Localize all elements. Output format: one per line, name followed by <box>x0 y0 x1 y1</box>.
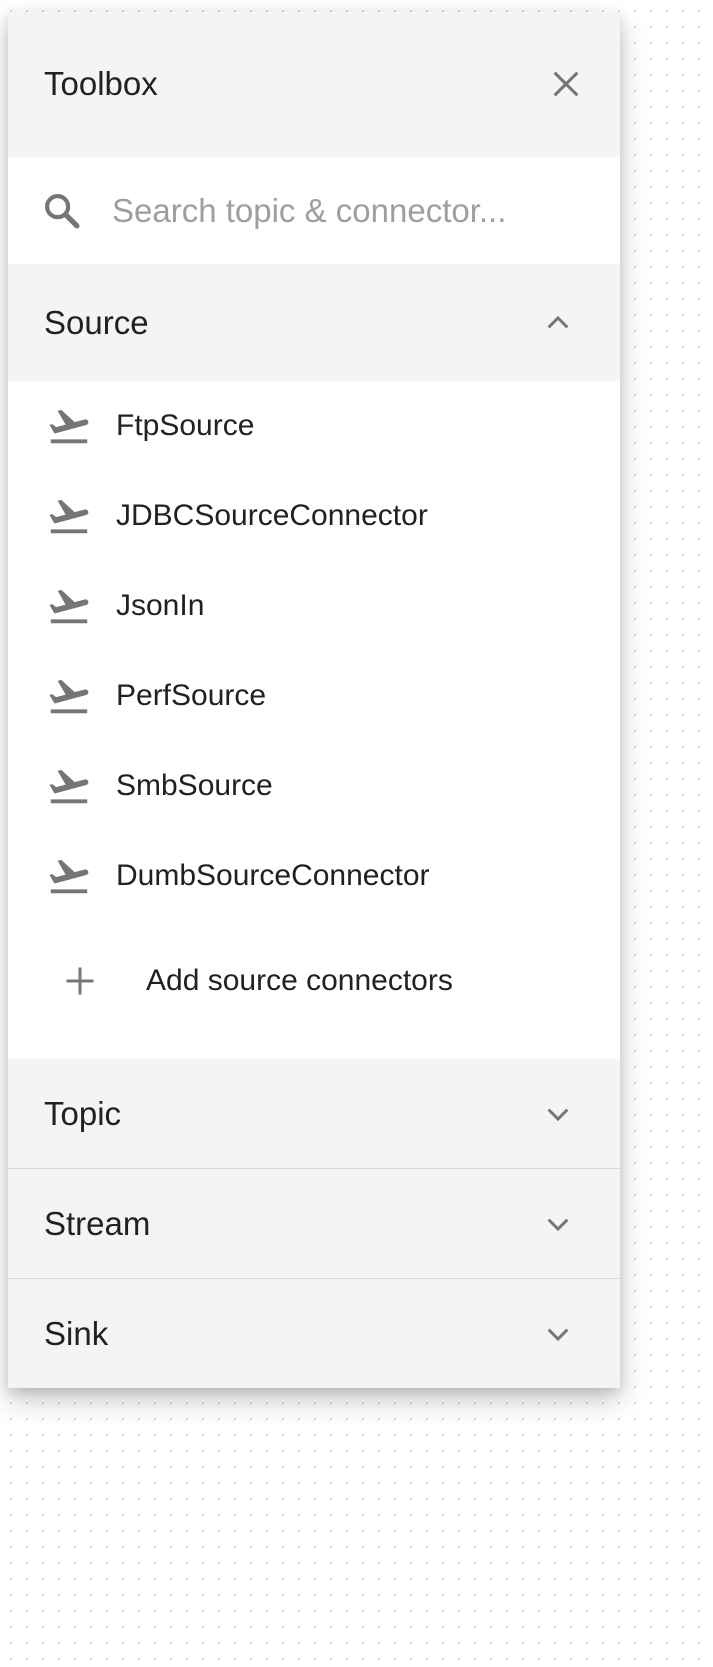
source-item-label: DumbSourceConnector <box>116 859 430 892</box>
search-bar <box>8 157 620 264</box>
source-item-jdbcsourceconnector[interactable]: JDBCSourceConnector <box>8 471 620 561</box>
source-item-label: PerfSource <box>116 679 267 712</box>
section-sink-header[interactable]: Sink <box>8 1279 620 1388</box>
source-list: FtpSource JDBCSourceConnector JsonIn Per… <box>8 381 620 1059</box>
add-source-connectors-button[interactable]: Add source connectors <box>8 921 620 1059</box>
source-item-label: FtpSource <box>116 409 255 442</box>
search-icon <box>40 189 84 233</box>
plus-icon <box>60 961 100 1001</box>
chevron-down-icon <box>542 1098 574 1130</box>
source-item-perfsource[interactable]: PerfSource <box>8 651 620 741</box>
flight-takeoff-icon <box>46 403 92 449</box>
chevron-up-icon <box>542 307 574 339</box>
section-stream-header[interactable]: Stream <box>8 1169 620 1278</box>
search-input[interactable] <box>112 191 532 230</box>
source-item-dumbsourceconnector[interactable]: DumbSourceConnector <box>8 831 620 921</box>
close-button[interactable] <box>546 64 586 104</box>
toolbox-title: Toolbox <box>44 65 158 102</box>
section-source-header[interactable]: Source <box>8 264 620 381</box>
flight-takeoff-icon <box>46 493 92 539</box>
source-item-smbsource[interactable]: SmbSource <box>8 741 620 831</box>
chevron-down-icon <box>542 1318 574 1350</box>
source-item-ftpsource[interactable]: FtpSource <box>8 381 620 471</box>
flight-takeoff-icon <box>46 763 92 809</box>
flight-takeoff-icon <box>46 583 92 629</box>
section-stream-label: Stream <box>44 1204 151 1242</box>
toolbox-header: Toolbox <box>8 12 620 157</box>
toolbox-panel: Toolbox Source FtpSource <box>8 12 620 1388</box>
section-topic-label: Topic <box>44 1094 122 1132</box>
section-source-label: Source <box>44 303 149 341</box>
source-item-jsonin[interactable]: JsonIn <box>8 561 620 651</box>
source-item-label: JDBCSourceConnector <box>116 499 428 532</box>
source-item-label: JsonIn <box>116 589 205 622</box>
chevron-down-icon <box>542 1208 574 1240</box>
section-sink-label: Sink <box>44 1314 109 1352</box>
flight-takeoff-icon <box>46 853 92 899</box>
source-item-label: SmbSource <box>116 769 273 802</box>
add-source-connectors-label: Add source connectors <box>146 964 453 997</box>
section-topic-header[interactable]: Topic <box>8 1059 620 1168</box>
flight-takeoff-icon <box>46 673 92 719</box>
close-icon <box>553 71 579 97</box>
